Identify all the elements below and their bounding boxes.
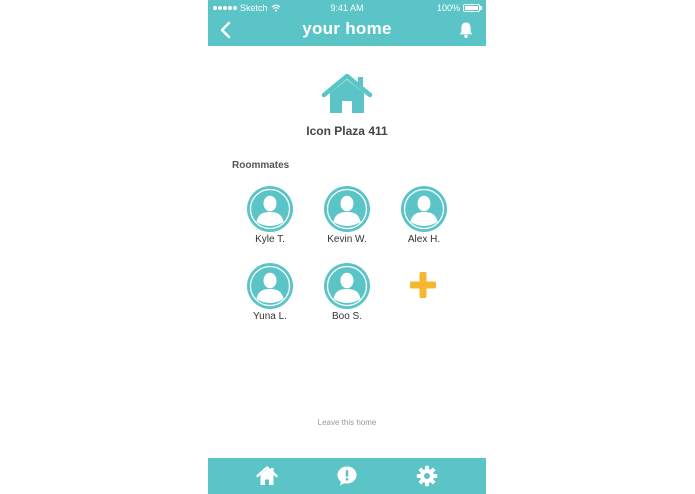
house-icon: [321, 74, 373, 113]
avatar-icon: [247, 186, 293, 232]
bell-icon[interactable]: [458, 21, 474, 39]
avatar-icon: [247, 263, 293, 309]
roommate-item[interactable]: Kevin W.: [312, 186, 382, 245]
leave-home-link[interactable]: Leave this home: [208, 418, 486, 427]
roommate-item[interactable]: Boo S.: [312, 263, 382, 322]
roommate-name: Yuna L.: [253, 311, 287, 322]
status-bar-right: 100%: [436, 3, 482, 13]
header: Sketch 9:41 AM 100% your home: [208, 0, 486, 46]
phone-screen: Sketch 9:41 AM 100% your home Icon Plaza…: [208, 0, 486, 494]
status-bar: Sketch 9:41 AM 100%: [208, 0, 486, 16]
battery-fill: [465, 6, 478, 10]
roommate-item[interactable]: Yuna L.: [235, 263, 305, 322]
avatar-icon: [324, 263, 370, 309]
battery-icon: [463, 4, 482, 12]
page-title: your home: [302, 19, 392, 38]
battery-percent: 100%: [436, 3, 460, 13]
tab-settings-gear-icon[interactable]: [416, 465, 438, 487]
roommate-name: Alex H.: [407, 234, 441, 245]
roommate-item[interactable]: Alex H.: [389, 186, 459, 245]
home-address: Icon Plaza 411: [306, 124, 388, 138]
roommates-label: Roommates: [232, 160, 290, 171]
tab-bar: [208, 458, 486, 494]
tab-home-house-icon[interactable]: [256, 465, 278, 487]
roommate-name: Kevin W.: [327, 234, 367, 245]
roommate-name: Boo S.: [331, 311, 363, 322]
roommate-name: Kyle T.: [255, 234, 285, 245]
avatar-icon: [324, 186, 370, 232]
tab-chat-alert-icon[interactable]: [336, 465, 358, 487]
add-roommate-plus-icon[interactable]: [409, 271, 437, 299]
avatar-icon: [401, 186, 447, 232]
roommate-item[interactable]: Kyle T.: [235, 186, 305, 245]
